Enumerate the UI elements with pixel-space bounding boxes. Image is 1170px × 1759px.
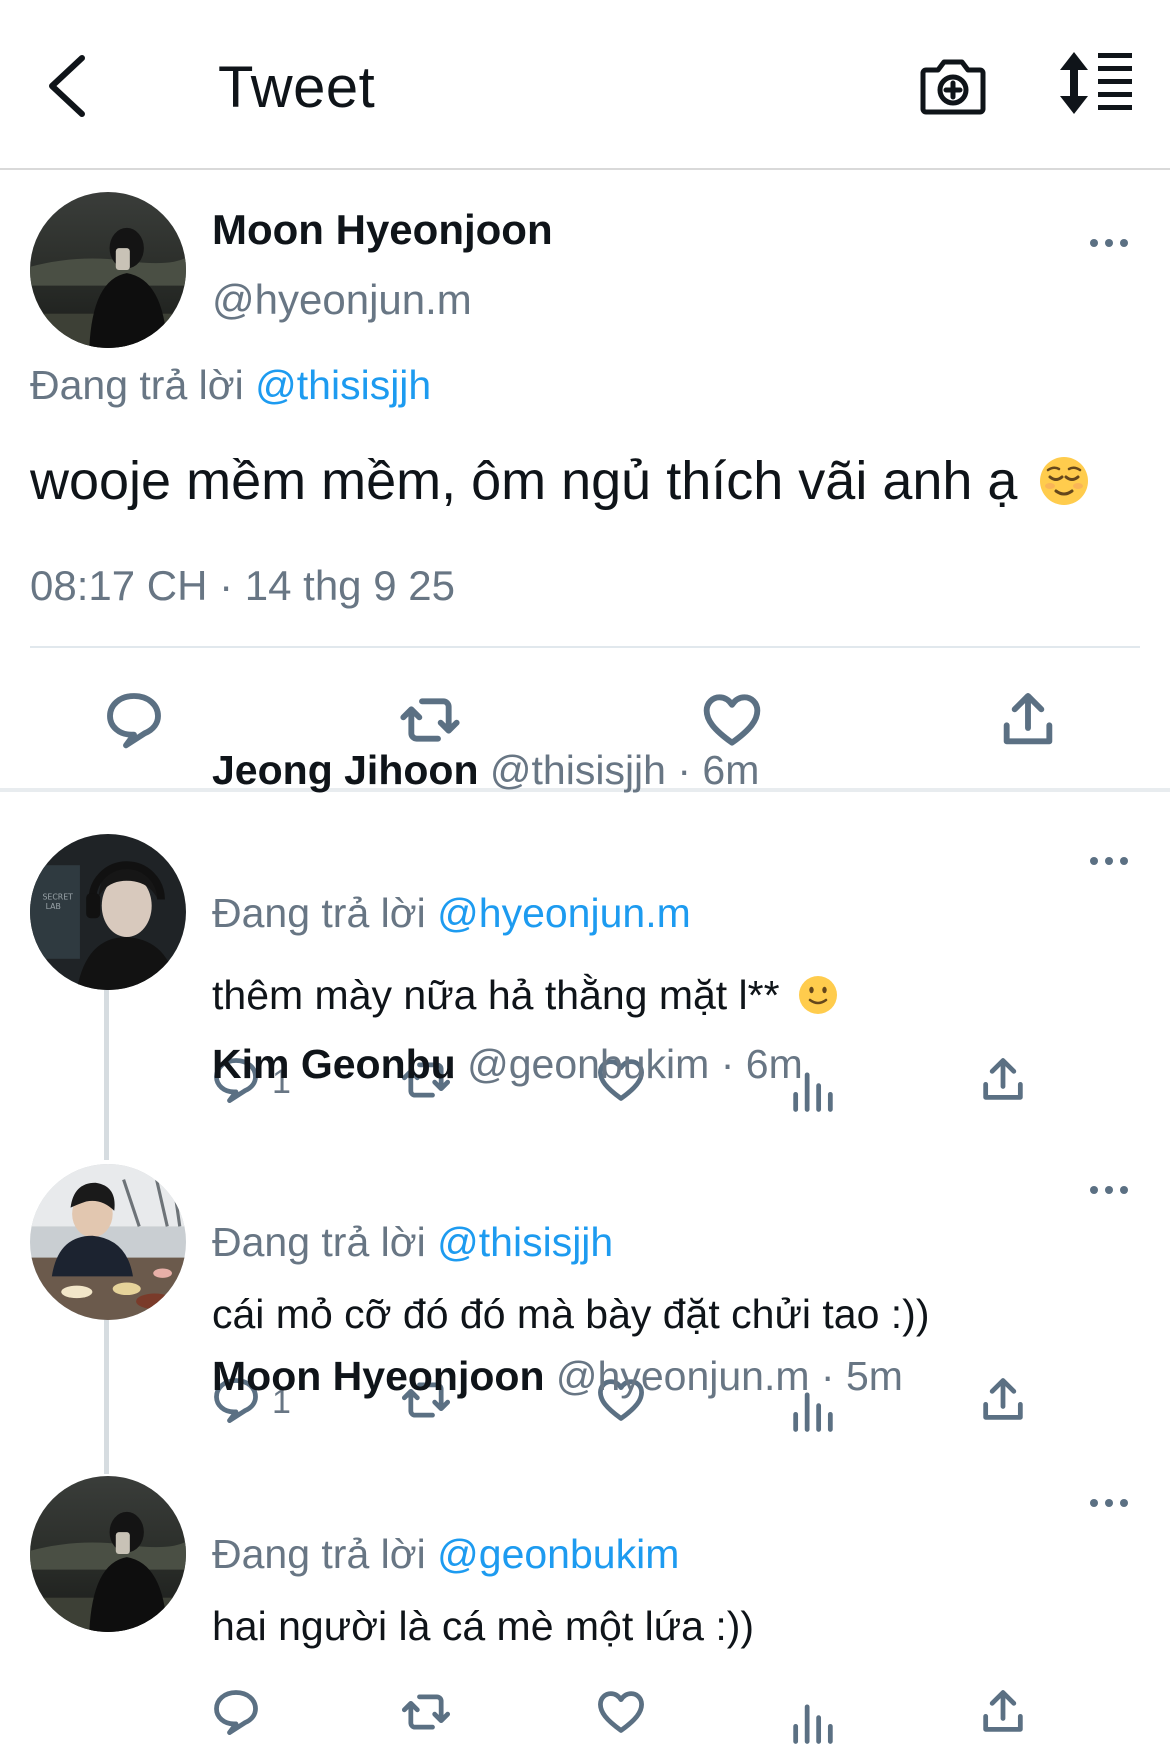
replying-to-label: Đang trả lời (212, 890, 426, 936)
share-icon (983, 1378, 1023, 1420)
sort-icon (1060, 52, 1132, 114)
avatar-image (30, 1476, 186, 1632)
author-handle[interactable]: @thisisjjh (490, 747, 666, 793)
sort-button[interactable] (1056, 50, 1136, 116)
avatar-image (30, 1164, 186, 1320)
reply-text: thêm mày nữa hả thằng mặt l** (212, 972, 839, 1019)
back-button[interactable] (40, 50, 100, 120)
replying-to: Đang trả lời @geonbukim (212, 1531, 679, 1578)
like-button[interactable] (595, 1686, 647, 1738)
reply-body: thêm mày nữa hả thằng mặt l** (212, 972, 780, 1018)
avatar[interactable] (30, 1164, 186, 1320)
reply-icon (107, 693, 161, 749)
share-icon (983, 1690, 1023, 1732)
share-button[interactable] (996, 688, 1060, 752)
mention-link[interactable]: @geonbukim (437, 1531, 679, 1577)
replying-to: Đang trả lời @hyeonjun.m (212, 890, 691, 937)
replying-to: Đang trả lời @thisisjjh (30, 362, 431, 409)
camera-button[interactable] (918, 48, 988, 118)
more-options-button[interactable] (1087, 1180, 1131, 1200)
thread-connector (104, 990, 109, 1160)
author-handle[interactable]: @geonbukim (467, 1041, 709, 1087)
avatar[interactable]: SECRET LAB (30, 834, 186, 990)
reply-author-line: Kim Geonbu @geonbukim · 6m (212, 1041, 803, 1088)
svg-text:SECRET: SECRET (42, 893, 73, 902)
author-name[interactable]: Moon Hyeonjoon (212, 1353, 545, 1399)
share-icon (1003, 693, 1053, 745)
avatar-image: SECRET LAB (30, 834, 186, 990)
svg-text:LAB: LAB (46, 902, 61, 911)
reply-time: · 6m (720, 1041, 803, 1087)
retweet-icon (400, 698, 460, 742)
author-handle[interactable]: @hyeonjun.m (212, 276, 472, 324)
tweet-body: wooje mềm mềm, ôm ngủ thích vãi anh ạ (30, 451, 1018, 511)
heart-icon (598, 1691, 644, 1733)
top-bar: Tweet (0, 0, 1170, 170)
reply-text: cái mỏ cỡ đó đó mà bày đặt chửi tao :)) (212, 1291, 930, 1337)
reply-button[interactable] (210, 1686, 262, 1738)
more-options-button[interactable] (1087, 851, 1131, 871)
slightly-smiling-face-emoji (797, 974, 839, 1016)
relieved-face-emoji (1038, 455, 1090, 507)
chevron-left-icon (49, 55, 85, 117)
share-button[interactable] (977, 1374, 1029, 1426)
analytics-icon (793, 1704, 833, 1744)
more-horizontal-icon (1090, 857, 1128, 865)
retweet-button[interactable] (400, 1686, 452, 1738)
author-handle[interactable]: @hyeonjun.m (556, 1353, 810, 1399)
share-button[interactable] (977, 1054, 1029, 1106)
like-button[interactable] (700, 688, 764, 752)
avatar[interactable] (30, 192, 186, 348)
heart-icon (703, 694, 761, 746)
reply-button[interactable] (102, 688, 166, 752)
more-options-button[interactable] (1087, 233, 1131, 253)
divider (30, 646, 1140, 648)
mention-link[interactable]: @hyeonjun.m (437, 890, 691, 936)
reply-author-line: Moon Hyeonjoon @hyeonjun.m · 5m (212, 1353, 903, 1400)
author-name[interactable]: Kim Geonbu (212, 1041, 456, 1087)
author-name[interactable]: Moon Hyeonjoon (212, 206, 553, 254)
more-horizontal-icon (1090, 239, 1128, 247)
avatar[interactable] (30, 1476, 186, 1632)
more-horizontal-icon (1090, 1499, 1128, 1507)
replying-to: Đang trả lời @thisisjjh (212, 1219, 613, 1266)
share-button[interactable] (977, 1686, 1029, 1738)
reply-author-line: Jeong Jihoon @thisisjjh · 6m (212, 747, 759, 794)
tweet-timestamp[interactable]: 08:17 CH · 14 thg 9 25 (30, 562, 455, 610)
share-icon (983, 1058, 1023, 1100)
tweet-text: wooje mềm mềm, ôm ngủ thích vãi anh ạ (30, 450, 1090, 512)
retweet-icon (401, 1694, 451, 1730)
replying-to-label: Đang trả lời (212, 1219, 426, 1265)
analytics-button[interactable] (787, 1696, 839, 1748)
avatar-image (30, 192, 186, 348)
reply-time: · 5m (820, 1353, 903, 1399)
replying-to-label: Đang trả lời (30, 362, 244, 408)
mention-link[interactable]: @thisisjjh (437, 1219, 613, 1265)
retweet-button[interactable] (398, 688, 462, 752)
replying-to-label: Đang trả lời (212, 1531, 426, 1577)
more-options-button[interactable] (1087, 1493, 1131, 1513)
reply-text: hai người là cá mè một lứa :)) (212, 1603, 755, 1649)
reply-icon (214, 1690, 258, 1735)
camera-plus-icon (920, 59, 986, 115)
page-title: Tweet (218, 55, 376, 120)
thread-connector (104, 1318, 109, 1474)
more-horizontal-icon (1090, 1186, 1128, 1194)
mention-link[interactable]: @thisisjjh (255, 362, 431, 408)
reply-time: · 6m (677, 747, 760, 793)
author-name[interactable]: Jeong Jihoon (212, 747, 479, 793)
